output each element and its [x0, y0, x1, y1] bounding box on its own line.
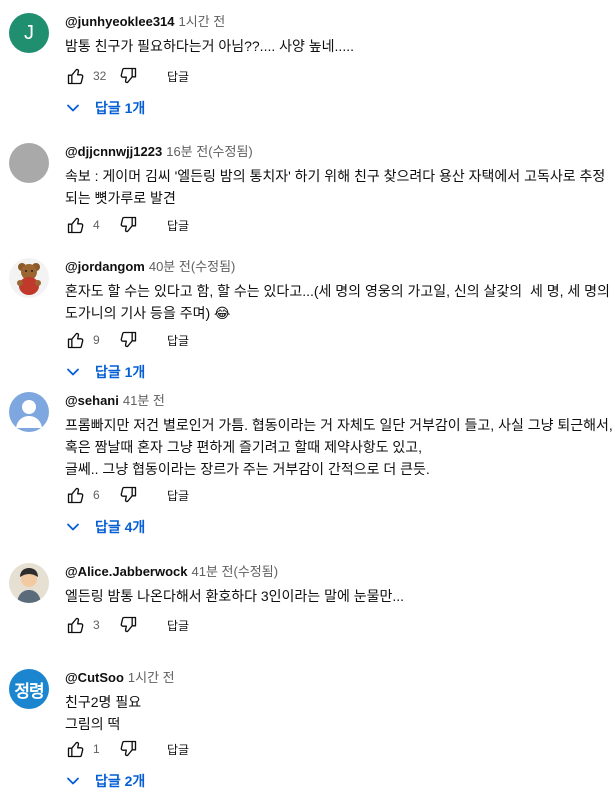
dislike-icon[interactable]: [117, 214, 139, 236]
comment-actions: 3 답글: [65, 614, 189, 636]
comment-text: 밤통 친구가 필요하다는거 아님??.... 사양 높네.....: [65, 38, 354, 54]
reply-button[interactable]: 답글: [167, 487, 189, 504]
comment-text: 속보 : 게이머 김씨 '엘든링 밤의 통치자' 하기 위해 친구 찾으려다 용…: [65, 168, 606, 206]
comment-text: 프롬빠지만 저건 별로인거 가틈. 협동이라는 거 자체도 일단 거부감이 들고…: [65, 417, 613, 477]
chevron-down-icon: [65, 773, 81, 789]
chevron-down-icon: [65, 100, 81, 116]
comment-time[interactable]: 41분 전(수정됨): [192, 564, 279, 579]
comment-author[interactable]: @djjcnnwjj1223: [65, 144, 162, 159]
avatar[interactable]: J: [9, 13, 49, 53]
comment-text: 친구2명 필요 그림의 떡: [65, 694, 142, 732]
comment-text: 엘든링 밤통 나온다해서 환호하다 3인이라는 말에 눈물만...: [65, 588, 405, 604]
dislike-icon[interactable]: [117, 614, 139, 636]
chevron-down-icon: [65, 519, 81, 535]
view-replies-button[interactable]: 답글 1개: [65, 361, 145, 383]
dislike-icon[interactable]: [117, 738, 139, 760]
avatar-label: 정령: [14, 681, 44, 701]
reply-button[interactable]: 답글: [167, 741, 189, 758]
comment-time[interactable]: 41분 전: [123, 393, 165, 408]
comment-time[interactable]: 1시간 전: [179, 14, 226, 29]
person-icon: [16, 400, 42, 428]
comment-actions: 4 답글: [65, 214, 189, 236]
like-count: 4: [93, 218, 100, 232]
reply-button[interactable]: 답글: [167, 217, 189, 234]
comment-time[interactable]: 16분 전(수정됨): [166, 144, 253, 159]
replies-count: 답글 2개: [95, 773, 146, 789]
like-icon[interactable]: [65, 484, 87, 506]
chevron-down-icon: [65, 364, 81, 380]
comment-actions: 32 답글: [65, 65, 189, 87]
like-count: 6: [93, 488, 100, 502]
reply-button[interactable]: 답글: [167, 617, 189, 634]
comment-time[interactable]: 1시간 전: [128, 670, 175, 685]
comment-author[interactable]: @junhyeoklee314: [65, 14, 175, 29]
gray-circle-avatar[interactable]: [9, 143, 49, 183]
view-replies-button[interactable]: 답글 1개: [65, 97, 145, 119]
comment-actions: 1 답글: [65, 738, 189, 760]
comment-actions: 9 답글: [65, 329, 189, 351]
dislike-icon[interactable]: [117, 329, 139, 351]
teddy-bear-icon: [17, 263, 41, 295]
like-count: 9: [93, 333, 100, 347]
teddy-bear-avatar[interactable]: [9, 258, 49, 298]
child-photo-icon: [17, 568, 41, 603]
dislike-icon[interactable]: [117, 484, 139, 506]
reply-button[interactable]: 답글: [167, 332, 189, 349]
like-icon[interactable]: [65, 65, 87, 87]
comment-text: 혼자도 할 수는 있다고 함, 할 수는 있다고...(세 명의 영웅의 가고일…: [65, 283, 614, 321]
comment-author[interactable]: @sehani: [65, 393, 119, 408]
avatar-letter: J: [24, 21, 34, 44]
dislike-icon[interactable]: [117, 65, 139, 87]
comment-actions: 6 답글: [65, 484, 189, 506]
like-icon[interactable]: [65, 214, 87, 236]
comment-author[interactable]: @Alice.Jabberwock: [65, 564, 188, 579]
comment-author[interactable]: @CutSoo: [65, 670, 124, 685]
like-icon[interactable]: [65, 329, 87, 351]
view-replies-button[interactable]: 답글 4개: [65, 516, 145, 538]
replies-count: 답글 1개: [95, 364, 146, 380]
like-count: 3: [93, 618, 100, 632]
view-replies-button[interactable]: 답글 2개: [65, 770, 145, 792]
reply-button[interactable]: 답글: [167, 68, 189, 85]
like-icon[interactable]: [65, 614, 87, 636]
child-photo-avatar[interactable]: [9, 563, 49, 603]
like-icon[interactable]: [65, 738, 87, 760]
replies-count: 답글 4개: [95, 519, 146, 535]
comment-time[interactable]: 40분 전(수정됨): [149, 259, 236, 274]
default-person-avatar[interactable]: [9, 392, 49, 432]
like-count: 1: [93, 742, 100, 756]
comment-author[interactable]: @jordangom: [65, 259, 145, 274]
replies-count: 답글 1개: [95, 100, 146, 116]
avatar[interactable]: 정령: [9, 669, 49, 709]
like-count: 32: [93, 69, 107, 83]
